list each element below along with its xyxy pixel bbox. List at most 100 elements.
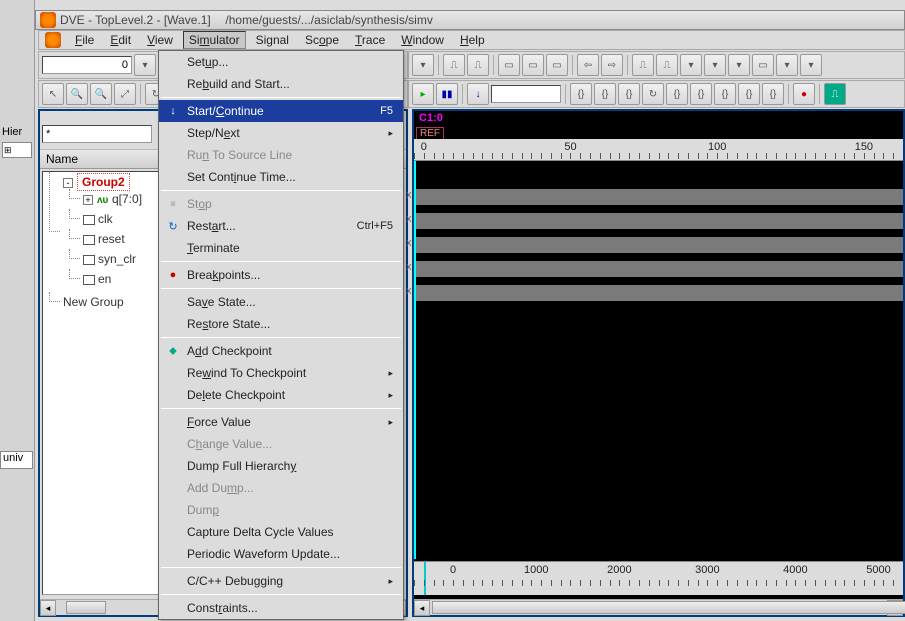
simulator-menu-dropdown: Setup... Rebuild and Start... ↓Start/Con… <box>158 50 404 620</box>
zoom-in-icon[interactable]: 🔍 <box>66 83 88 105</box>
menu-help[interactable]: Help <box>454 31 491 49</box>
sim-dump-full[interactable]: Dump Full Hierarchy <box>159 455 403 477</box>
step-f-icon[interactable]: {} <box>690 83 712 105</box>
tb-wave-icon[interactable]: ⎍ <box>632 54 654 76</box>
sim-cc-debugging[interactable]: C/C++ Debugging▸ <box>159 570 403 592</box>
step-down-icon[interactable]: ↓ <box>467 83 489 105</box>
waveform-area[interactable]: x x x x x <box>414 161 903 559</box>
sim-terminate[interactable]: Terminate <box>159 237 403 259</box>
wave-row-synclr[interactable]: x <box>416 257 903 281</box>
wave-cursor-labels: C1:0 REF <box>416 111 901 137</box>
tb-fwd-icon[interactable]: ⇨ <box>601 54 623 76</box>
wave-row-q[interactable]: x <box>416 185 903 209</box>
title-path: /home/guests/.../asiclab/synthesis/simv <box>225 13 432 27</box>
scroll-left-icon[interactable]: ◂ <box>40 600 56 616</box>
wave-row-en[interactable]: x <box>416 281 903 305</box>
sim-stop-icon[interactable]: ▮▮ <box>436 83 458 105</box>
sim-dump: Dump <box>159 499 403 521</box>
menu-simulator[interactable]: Simulator <box>183 31 246 49</box>
step-c-icon[interactable]: {} <box>618 83 640 105</box>
wave-view-icon[interactable]: ⎍ <box>824 83 846 105</box>
tb-more2-icon[interactable]: ▾ <box>704 54 726 76</box>
time-ruler-top[interactable]: 0 50 100 150 <box>414 139 903 161</box>
wave-row-clk[interactable]: x <box>416 209 903 233</box>
time-cursor[interactable] <box>424 562 426 595</box>
menu-edit[interactable]: Edit <box>104 31 137 49</box>
sim-constraints[interactable]: Constraints... <box>159 597 403 619</box>
tb-circuit-icon[interactable]: ⎍ <box>443 54 465 76</box>
title-bar: DVE - TopLevel.2 - [Wave.1] /home/guests… <box>35 10 905 30</box>
sim-setup[interactable]: Setup... <box>159 51 403 73</box>
sim-run-to-source: Run To Source Line <box>159 144 403 166</box>
step-e-icon[interactable]: {} <box>666 83 688 105</box>
tb-page-icon[interactable]: ▭ <box>752 54 774 76</box>
sim-set-continue-time[interactable]: Set Continue Time... <box>159 166 403 188</box>
hier-tree-toggle[interactable] <box>2 142 32 158</box>
step-h-icon[interactable]: {} <box>738 83 760 105</box>
univ-dropdown[interactable]: univ <box>0 451 33 469</box>
toolbar-4: ▸ ▮▮ ↓ {} {} {} ↻ {} {} {} {} {} ● ⎍ <box>408 80 905 108</box>
sim-stop: ⏹Stop <box>159 193 403 215</box>
tb-back-icon[interactable]: ⇦ <box>577 54 599 76</box>
zoom-fit-icon[interactable]: ⤢ <box>114 83 136 105</box>
dve-menu-icon[interactable] <box>45 32 61 48</box>
bp-icon[interactable]: ● <box>793 83 815 105</box>
time-input[interactable] <box>42 56 132 74</box>
sim-capture-delta[interactable]: Capture Delta Cycle Values <box>159 521 403 543</box>
tb-btn-1[interactable]: ▾ <box>412 54 434 76</box>
wave-row-reset[interactable]: x <box>416 233 903 257</box>
sim-rewind-checkpoint[interactable]: Rewind To Checkpoint▸ <box>159 362 403 384</box>
toolbar-2: ▾ ⎍ ⎍ ▭ ▭ ▭ ⇦ ⇨ ⎍ ⎍ ▾ ▾ ▾ ▭ ▾ ▾ <box>408 51 905 79</box>
sim-save-state[interactable]: Save State... <box>159 291 403 313</box>
step-g-icon[interactable]: {} <box>714 83 736 105</box>
step-b-icon[interactable]: {} <box>594 83 616 105</box>
menu-trace[interactable]: Trace <box>349 31 391 49</box>
waveform-pane: C1:0 REF 0 50 100 150 x x x x x 0 1000 2… <box>412 109 905 617</box>
menu-scope[interactable]: Scope <box>299 31 345 49</box>
sim-step-next[interactable]: Step/Next▸ <box>159 122 403 144</box>
sim-run-icon[interactable]: ▸ <box>412 83 434 105</box>
sim-force-value[interactable]: Force Value▸ <box>159 411 403 433</box>
tb-folder3-icon[interactable]: ▭ <box>546 54 568 76</box>
cursor-icon[interactable]: ↖ <box>42 83 64 105</box>
tb-more3-icon[interactable]: ▾ <box>728 54 750 76</box>
breakpoint-icon: ● <box>165 267 181 283</box>
time-unit-dropdown[interactable]: ▾ <box>134 54 156 76</box>
sim-add-dump: Add Dump... <box>159 477 403 499</box>
stop-icon: ⏹ <box>165 196 181 212</box>
step-i-icon[interactable]: {} <box>762 83 784 105</box>
tb-mod2-icon[interactable]: ▾ <box>800 54 822 76</box>
checkpoint-icon: ⬥ <box>165 343 181 359</box>
wave-row-group[interactable] <box>416 161 903 185</box>
time-ruler-bottom[interactable]: 0 1000 2000 3000 4000 5000 <box>414 561 903 595</box>
menu-file[interactable]: File <box>69 31 100 49</box>
step-d-icon[interactable]: ↻ <box>642 83 664 105</box>
restart-icon: ↻ <box>165 218 181 234</box>
menu-signal[interactable]: Signal <box>250 31 295 49</box>
menu-window[interactable]: Window <box>395 31 450 49</box>
zoom-out-icon[interactable]: 🔍 <box>90 83 112 105</box>
sim-periodic-update[interactable]: Periodic Waveform Update... <box>159 543 403 565</box>
wave-hscroll[interactable]: ◂ ▸ <box>414 599 903 615</box>
tree-filter-input[interactable]: * <box>42 125 152 143</box>
step-a-icon[interactable]: {} <box>570 83 592 105</box>
tb-mod-icon[interactable]: ▾ <box>776 54 798 76</box>
wave-scroll-left-icon[interactable]: ◂ <box>414 600 430 616</box>
sim-restore-state[interactable]: Restore State... <box>159 313 403 335</box>
tb-wave2-icon[interactable]: ⎍ <box>656 54 678 76</box>
sim-restart[interactable]: ↻Restart...Ctrl+F5 <box>159 215 403 237</box>
hier-label: Hier <box>2 126 22 138</box>
sim-add-checkpoint[interactable]: ⬥Add Checkpoint <box>159 340 403 362</box>
tb-folder-icon[interactable]: ▭ <box>498 54 520 76</box>
tb-circuit2-icon[interactable]: ⎍ <box>467 54 489 76</box>
sim-breakpoints[interactable]: ●Breakpoints... <box>159 264 403 286</box>
cursor-c1-label[interactable]: C1:0 <box>416 111 901 125</box>
tb-folder2-icon[interactable]: ▭ <box>522 54 544 76</box>
tb-more1-icon[interactable]: ▾ <box>680 54 702 76</box>
run-for-input[interactable] <box>491 85 561 103</box>
menu-bar: File Edit View Simulator Signal Scope Tr… <box>38 30 905 50</box>
sim-rebuild[interactable]: Rebuild and Start... <box>159 73 403 95</box>
sim-start-continue[interactable]: ↓Start/ContinueF5 <box>159 100 403 122</box>
sim-delete-checkpoint[interactable]: Delete Checkpoint▸ <box>159 384 403 406</box>
menu-view[interactable]: View <box>141 31 179 49</box>
